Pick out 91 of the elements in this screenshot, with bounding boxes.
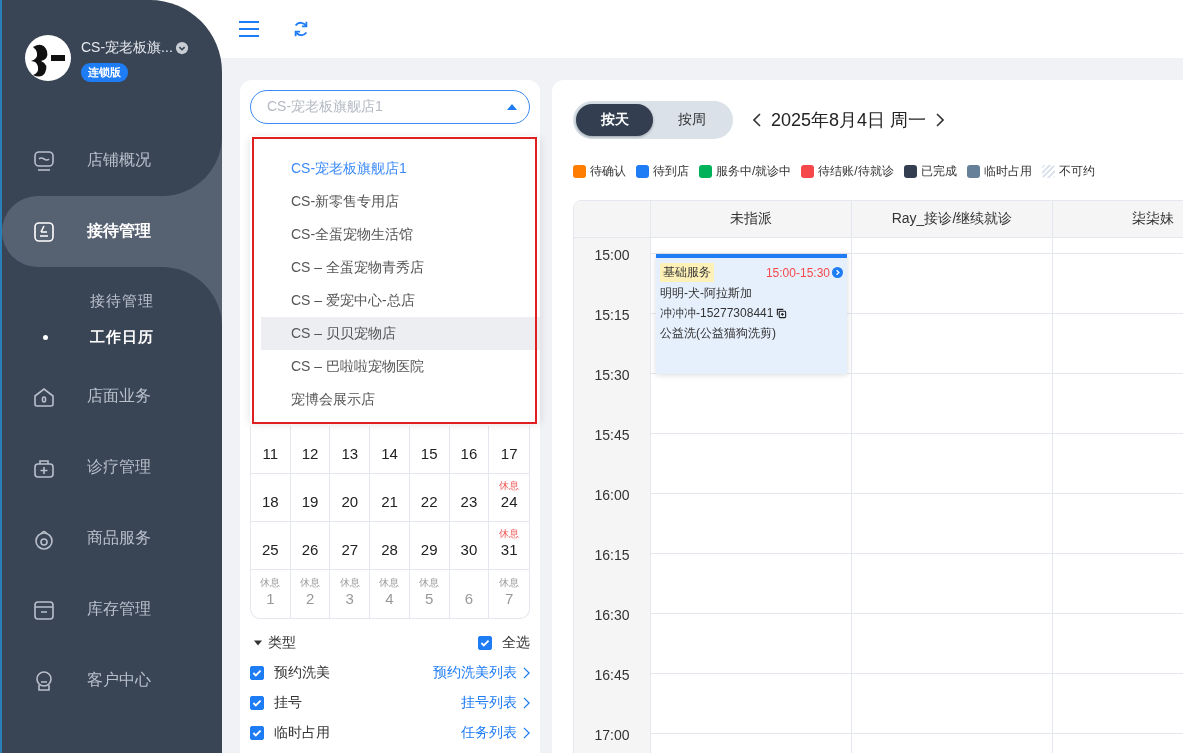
checkbox-label[interactable]: 临时占用 [274, 724, 330, 742]
checkbox[interactable] [250, 726, 264, 740]
calendar-day[interactable]: 休息 24 [489, 474, 529, 522]
calendar-day[interactable]: 13 [330, 426, 371, 474]
legend-label: 已完成 [920, 163, 957, 180]
checkbox-label[interactable]: 挂号 [274, 694, 302, 712]
time-label: 16:45 [594, 667, 630, 683]
time-label: 16:30 [594, 607, 630, 623]
note-icon [32, 219, 56, 244]
service-tag: 基础服务 [660, 263, 714, 282]
submenu-item[interactable]: 工作日历 [2, 319, 222, 355]
copy-icon[interactable] [776, 308, 788, 319]
calendar-day[interactable]: 22 [409, 474, 450, 522]
checkbox[interactable] [478, 636, 492, 650]
dropdown-option[interactable]: CS – 巴啦啦宠物医院 [261, 350, 540, 383]
legend-label: 待到店 [653, 163, 689, 180]
dropdown-option[interactable]: CS – 贝贝宠物店 [261, 317, 540, 350]
column-header: 柒柒妹 [1132, 210, 1174, 228]
time-label: 15:45 [594, 427, 630, 443]
checkmark-icon [251, 667, 263, 679]
time-label: 17:00 [594, 727, 630, 743]
calendar-day[interactable]: 休息 31 [489, 522, 529, 570]
chevron-right-icon [523, 727, 530, 739]
calendar-day[interactable]: 14 [370, 426, 410, 474]
calendar-day[interactable]: 26 [290, 522, 331, 570]
time-label: 15:00 [594, 247, 630, 263]
pet-info: 明明-犬-阿拉斯加 [660, 285, 753, 302]
time-label: 16:00 [594, 487, 630, 503]
submenu-item[interactable]: 接待管理 [2, 283, 222, 319]
edition-badge: 连锁版 [81, 63, 128, 82]
appointment-time: 15:00-15:30 [765, 265, 830, 280]
column-header: Ray_接诊/继续就诊 [891, 210, 1013, 228]
time-label: 16:15 [594, 547, 630, 563]
checkbox-label[interactable]: 全选 [502, 634, 530, 652]
legend-label: 临时占用 [983, 163, 1032, 180]
current-date: 2025年8月4日 周一 [771, 109, 927, 132]
checkbox-label[interactable]: 预约洗美 [274, 664, 330, 682]
calendar-day[interactable]: 18 [251, 474, 291, 522]
calendar-day[interactable]: 16 [449, 426, 490, 474]
checkmark-icon [251, 697, 263, 709]
monitor-icon [32, 148, 56, 173]
legend-label: 服务中/就诊中 [716, 163, 792, 180]
dropdown-option[interactable]: CS – 全蛋宠物青秀店 [261, 251, 540, 284]
dropdown-option[interactable]: CS-全蛋宠物生活馆 [261, 218, 540, 251]
time-label: 15:30 [594, 367, 630, 383]
legend-label: 不可约 [1058, 163, 1095, 180]
calendar-day[interactable]: 29 [409, 522, 450, 570]
caret-icon [507, 104, 517, 110]
calendar-day[interactable]: 27 [330, 522, 371, 570]
chevron-right-icon [523, 667, 530, 679]
legend-label: 待结账/待就诊 [818, 163, 894, 180]
dropdown-option[interactable]: 宠博会展示店 [261, 383, 540, 416]
dropdown-option[interactable]: CS-宠老板旗舰店1 [261, 152, 540, 185]
chevron-down-icon[interactable] [174, 41, 189, 55]
calendar-day[interactable]: 20 [330, 474, 371, 522]
checkmark-icon [251, 727, 263, 739]
store-name: CS-宠老板旗... [81, 39, 173, 57]
legend-label: 待确认 [590, 163, 626, 180]
chevron-right-icon[interactable] [936, 113, 945, 127]
checkbox[interactable] [250, 696, 264, 710]
calendar-day[interactable]: 30 [449, 522, 490, 570]
calendar-day[interactable]: 25 [251, 522, 291, 570]
checkbox[interactable] [250, 666, 264, 680]
column-header: 未指派 [730, 210, 772, 228]
arrow-circle-icon[interactable] [832, 267, 843, 278]
time-label: 15:15 [594, 307, 630, 323]
service-name: 公益洗(公益猫狗洗剪) [660, 325, 777, 342]
owner-phone: 冲冲冲-15277308441 [660, 305, 774, 322]
calendar-day[interactable]: 28 [370, 522, 410, 570]
calendar-day[interactable]: 11 [251, 426, 291, 474]
checkmark-icon [479, 637, 491, 649]
dropdown-option[interactable]: CS-新零售专用店 [261, 185, 540, 218]
calendar-day[interactable]: 23 [449, 474, 490, 522]
list-link[interactable]: 任务列表 [461, 724, 530, 742]
calendar-day[interactable]: 12 [290, 426, 331, 474]
calendar-day[interactable]: 17 [489, 426, 529, 474]
type-toggle[interactable]: 类型 [250, 634, 296, 652]
dropdown-option[interactable]: CS – 爱宠中心-总店 [261, 284, 540, 317]
calendar-day[interactable]: 21 [370, 474, 410, 522]
appointment-card[interactable]: 基础服务 15:00-15:30 明明-犬-阿拉斯加 冲冲冲-15277308441 公益洗(公益猫狗洗剪) [656, 254, 847, 374]
calendar-day[interactable]: 19 [290, 474, 331, 522]
list-link[interactable]: 挂号列表 [461, 694, 530, 712]
caret-down-icon [254, 640, 262, 646]
calendar-day[interactable]: 15 [409, 426, 450, 474]
view-tab[interactable]: 按周 [653, 104, 730, 136]
chevron-left-icon[interactable] [753, 113, 761, 127]
list-link[interactable]: 预约洗美列表 [433, 664, 530, 682]
view-tab[interactable]: 按天 [576, 104, 653, 136]
menu-icon[interactable] [239, 20, 259, 38]
chevron-right-icon [523, 697, 530, 709]
logo-icon [25, 35, 71, 81]
